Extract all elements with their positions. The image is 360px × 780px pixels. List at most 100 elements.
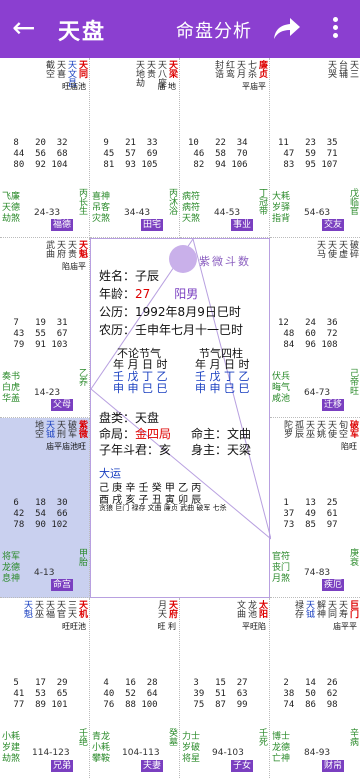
ganzhi: 丙沐浴 xyxy=(167,188,177,215)
palace-fuqi[interactable]: 天府 月天 旺 利 4 16 28 40 52 64 76 88 100 青龙 小耗… xyxy=(90,598,180,778)
age-numbers: 12 24 36 48 60 72 84 96 108 xyxy=(278,318,338,350)
star: 龙池 xyxy=(246,600,256,618)
palace-label: 交友 xyxy=(321,219,344,231)
age-numbers: 8 20 32 44 56 68 80 92 104 xyxy=(13,138,68,170)
palace-label: 田宅 xyxy=(140,219,163,231)
palace-label: 兄弟 xyxy=(50,760,73,772)
palace-label: 夫妻 xyxy=(140,760,163,772)
brightness: 平旺陷 xyxy=(242,622,266,631)
star: 天刑 xyxy=(55,420,65,438)
palace-shiye[interactable]: 廉贞 七杀 天月 红鸾 封诰 平庙平 10 22 34 46 58 70 82 94 1… xyxy=(180,58,270,238)
minor-stars: 青龙 小耗 攀鞍 xyxy=(92,732,111,764)
analysis-link[interactable]: 命盘分析 xyxy=(176,17,252,43)
shenzhu-row: 身主：天梁 xyxy=(191,443,252,457)
more-menu-icon[interactable] xyxy=(330,14,340,44)
age-numbers: 2 14 26 38 50 62 74 86 98 xyxy=(283,678,338,710)
palace-label: 疾厄 xyxy=(321,579,344,591)
palace-caibo[interactable]: 巨门 天寿 天同 解神 天钺 禄存 庙平平 2 14 26 38 50 62 74 86 … xyxy=(270,598,360,778)
age-range: 94-103 xyxy=(212,748,244,758)
star: 天同 xyxy=(326,600,336,618)
star: 地空 xyxy=(33,420,43,438)
page-title: 天盘 xyxy=(58,20,107,45)
star: 天贵 xyxy=(66,240,76,258)
palace-zinv[interactable]: 太阳 龙池 文曲 平旺陷 3 15 27 39 51 63 75 87 99 力士岁… xyxy=(180,598,270,778)
minor-stars: 飞廉 天德 劫煞 xyxy=(2,192,21,224)
age-range: 74-83 xyxy=(304,568,331,578)
star: 天地劫 xyxy=(134,60,144,87)
minor-stars: 伏兵 晦气 咸池 xyxy=(272,372,291,404)
star: 天钺 xyxy=(304,600,314,618)
star: 天月 xyxy=(235,60,245,78)
palace-label: 福德 xyxy=(50,219,73,231)
star: 解神 xyxy=(315,600,325,618)
minor-stars: 喜神 吊客 灾煞 xyxy=(92,192,111,224)
star: 月天 xyxy=(156,600,166,618)
star: 武曲 xyxy=(44,240,54,258)
star: 天魁 xyxy=(77,240,87,258)
ganzhi: 甲胎 xyxy=(77,548,87,566)
ganzhi: 丙长生 xyxy=(77,188,87,215)
star: 天三 xyxy=(348,60,358,78)
back-arrow-icon[interactable]: ← xyxy=(12,12,35,44)
star: 天寿 xyxy=(337,600,347,618)
palace-label: 财帛 xyxy=(321,760,344,772)
star: 巨门 xyxy=(348,600,358,618)
age-range: 64-73 xyxy=(304,388,331,398)
pillars-left: 年 月 日 时壬 戊 丁 乙申 申 巳 巳 xyxy=(113,358,168,395)
palace-tianzhai[interactable]: 天梁 天八座 天贵 天地劫 庙 地 9 21 33 45 57 69 81 93 10… xyxy=(90,58,180,238)
star: 天钺 xyxy=(44,420,54,438)
brightness: 旺旺池 xyxy=(62,622,86,631)
age-range: 104-113 xyxy=(122,748,160,758)
star: 禄存 xyxy=(293,600,303,618)
star: 破军 xyxy=(66,420,76,438)
ganzhi: 壬绝 xyxy=(77,728,87,746)
age-range: 4-13 xyxy=(34,568,55,578)
star: 天使 xyxy=(326,240,336,258)
mingju-row: 命局：金四局 xyxy=(99,427,172,441)
palace-jie[interactable]: 破军 旬空 天使 天姚 天巫 孤辰 陀罗 陷旺 1 13 25 37 49 61 73 85… xyxy=(270,418,360,598)
mingzhu-row: 命主：文曲 xyxy=(191,427,252,441)
brightness: 平庙平 xyxy=(242,82,266,91)
age-numbers: 1 13 25 37 49 61 73 85 97 xyxy=(283,498,338,530)
age-range: 114-123 xyxy=(32,748,70,758)
star: 天使 xyxy=(326,420,336,438)
age-numbers: 6 18 30 42 54 66 78 90 102 xyxy=(13,498,68,530)
ganzhi: 乙养 xyxy=(77,368,87,386)
palace-qianyi[interactable]: 破碎 天虚 天使 天马 12 24 36 48 60 72 84 96 108 伏兵晦… xyxy=(270,238,360,418)
palace-xiongdi[interactable]: 天机 三天 天官 天福 天巫 天魁 旺旺池 5 17 29 41 53 65 77 89 … xyxy=(0,598,90,778)
palace-fude[interactable]: 天同 天文昌 天喜 截空 旺庙池 8 20 32 44 56 68 80 92 104… xyxy=(0,58,90,238)
logo-text: 紫微斗数 xyxy=(199,255,251,268)
star: 天府 xyxy=(167,600,177,618)
palace-jiaoyou[interactable]: 天三 台辅 天哭 11 23 35 47 59 71 83 95 107 大耗 岁驿指… xyxy=(270,58,360,238)
ganzhi: 壬死 xyxy=(257,728,267,746)
star: 孤辰 xyxy=(293,420,303,438)
age-range: 14-23 xyxy=(34,388,61,398)
star: 天机 xyxy=(77,600,87,618)
minor-stars: 力士 岁破 将星 xyxy=(182,732,201,764)
ganzhi: 己帝旺 xyxy=(348,368,358,395)
brightness: 旺庙池 xyxy=(62,82,86,91)
age-range: 54-63 xyxy=(304,208,331,218)
palace-fumu[interactable]: 天魁 天贵 天府 武曲 陷庙平 7 19 31 43 55 67 79 91 103 … xyxy=(0,238,90,418)
age-row: 年龄：27 阳男 xyxy=(99,287,199,301)
dayun-stars: 贪狼 巨门 禄存 文曲 廉贞 武曲 破军 七杀 xyxy=(99,504,227,512)
minor-stars: 将军 龙德 息神 xyxy=(2,552,21,584)
share-icon[interactable] xyxy=(272,14,302,42)
star: 天哭 xyxy=(326,60,336,78)
ganzhi: 癸墓 xyxy=(167,728,177,746)
star: 七杀 xyxy=(246,60,256,78)
name-row: 姓名：子辰 xyxy=(99,269,160,283)
brightness: 陷庙平 xyxy=(62,262,86,271)
palace-minggong[interactable]: 紫微 破军 天刑 天钺 地空 庙平庙池旺 6 18 30 42 54 66 78 90 … xyxy=(0,418,90,598)
star: 破军 xyxy=(348,420,358,438)
star: 封诰 xyxy=(213,60,223,78)
star: 天虚 xyxy=(337,240,347,258)
ganzhi: 辛病 xyxy=(348,728,358,746)
brightness: 庙平庙池旺 xyxy=(46,442,86,451)
star: 旬空 xyxy=(337,420,347,438)
star: 天贵 xyxy=(145,60,155,78)
star: 截空 xyxy=(44,60,54,78)
age-numbers: 5 17 29 41 53 65 77 89 101 xyxy=(13,678,68,710)
star: 太阳 xyxy=(257,600,267,618)
ganzhi: 丁冠带 xyxy=(257,188,267,215)
